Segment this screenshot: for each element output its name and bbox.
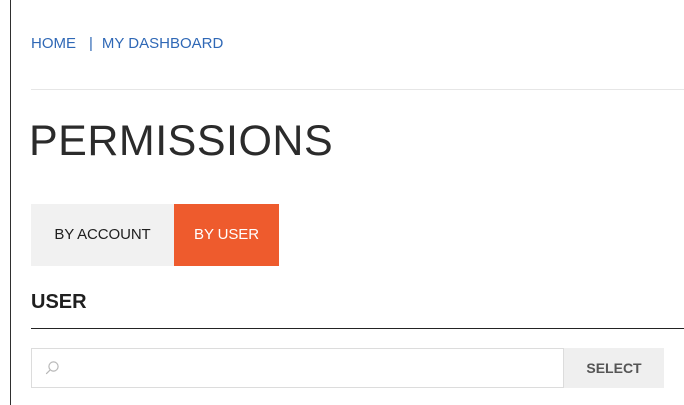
left-border bbox=[10, 0, 11, 405]
user-search-input[interactable] bbox=[68, 349, 558, 387]
breadcrumb-separator: | bbox=[89, 35, 93, 52]
header-divider bbox=[31, 89, 684, 90]
tab-by-user[interactable]: BY USER bbox=[174, 204, 279, 266]
permissions-tabs: BY ACCOUNT BY USER bbox=[31, 204, 279, 266]
breadcrumb-home-link[interactable]: HOME bbox=[31, 35, 76, 53]
search-icon bbox=[45, 361, 59, 375]
select-button[interactable]: SELECT bbox=[564, 348, 664, 388]
user-search-box[interactable] bbox=[31, 348, 564, 388]
page-title: PERMISSIONS bbox=[29, 117, 334, 165]
breadcrumb-dashboard-link[interactable]: MY DASHBOARD bbox=[102, 35, 223, 53]
user-section-divider bbox=[31, 328, 684, 329]
breadcrumb: HOME | MY DASHBOARD bbox=[31, 35, 223, 53]
user-search-row: SELECT bbox=[31, 348, 664, 388]
permissions-page: HOME | MY DASHBOARD PERMISSIONS BY ACCOU… bbox=[0, 0, 684, 405]
tab-by-account[interactable]: BY ACCOUNT bbox=[31, 204, 174, 266]
user-section-title: USER bbox=[31, 291, 87, 313]
